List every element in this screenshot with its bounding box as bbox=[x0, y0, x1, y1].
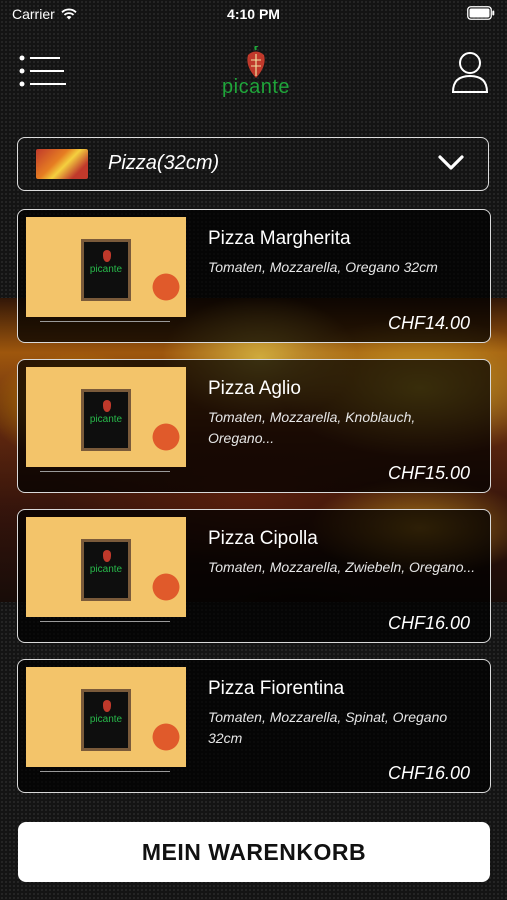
logo-text: picante bbox=[222, 76, 290, 98]
product-description: Tomaten, Mozzarella, Spinat, Oregano 32c… bbox=[208, 709, 448, 746]
status-bar: Carrier 4:10 PM bbox=[0, 0, 507, 28]
product-price: CHF16.00 bbox=[387, 613, 470, 633]
category-thumbnail bbox=[36, 149, 88, 179]
product-name: Pizza Fiorentina bbox=[208, 678, 345, 699]
chalkboard: picante bbox=[81, 389, 131, 451]
product-image: picante bbox=[26, 667, 186, 767]
product-price: CHF16.00 bbox=[387, 763, 470, 783]
product-card[interactable]: picante Pizza Cipolla Tomaten, Mozzarell… bbox=[17, 509, 491, 643]
status-time: 4:10 PM bbox=[227, 6, 280, 22]
divider bbox=[40, 621, 170, 622]
battery-icon bbox=[467, 6, 495, 20]
chalkboard: picante bbox=[81, 689, 131, 751]
product-image: picante bbox=[26, 217, 186, 317]
divider bbox=[40, 471, 170, 472]
category-dropdown[interactable]: Pizza(32cm) bbox=[17, 137, 489, 191]
product-name: Pizza Margherita bbox=[208, 228, 351, 249]
menu-icon[interactable] bbox=[18, 54, 66, 90]
pepper-icon bbox=[247, 46, 265, 78]
divider bbox=[40, 321, 170, 322]
cart-button[interactable]: MEIN WARENKORB bbox=[18, 822, 490, 882]
chalkboard: picante bbox=[81, 239, 131, 301]
picante-logo: picante bbox=[218, 46, 294, 100]
product-name: Pizza Cipolla bbox=[208, 528, 318, 549]
divider bbox=[40, 771, 170, 772]
product-image: picante bbox=[26, 367, 186, 467]
product-card[interactable]: picante Pizza Fiorentina Tomaten, Mozzar… bbox=[17, 659, 491, 793]
product-description: Tomaten, Mozzarella, Zwiebeln, Oregano..… bbox=[208, 559, 476, 575]
product-description: Tomaten, Mozzarella, Knoblauch, Oregano.… bbox=[208, 409, 416, 446]
product-name: Pizza Aglio bbox=[208, 378, 301, 399]
product-card[interactable]: picante Pizza Margherita Tomaten, Mozzar… bbox=[17, 209, 491, 343]
product-price: CHF14.00 bbox=[387, 313, 470, 333]
profile-icon[interactable] bbox=[450, 50, 490, 94]
category-label: Pizza(32cm) bbox=[108, 152, 220, 174]
product-price: CHF15.00 bbox=[387, 463, 470, 483]
chalkboard: picante bbox=[81, 539, 131, 601]
product-description: Tomaten, Mozzarella, Oregano 32cm bbox=[208, 259, 438, 275]
product-card[interactable]: picante Pizza Aglio Tomaten, Mozzarella,… bbox=[17, 359, 491, 493]
product-image: picante bbox=[26, 517, 186, 617]
chevron-down-icon bbox=[438, 155, 464, 170]
